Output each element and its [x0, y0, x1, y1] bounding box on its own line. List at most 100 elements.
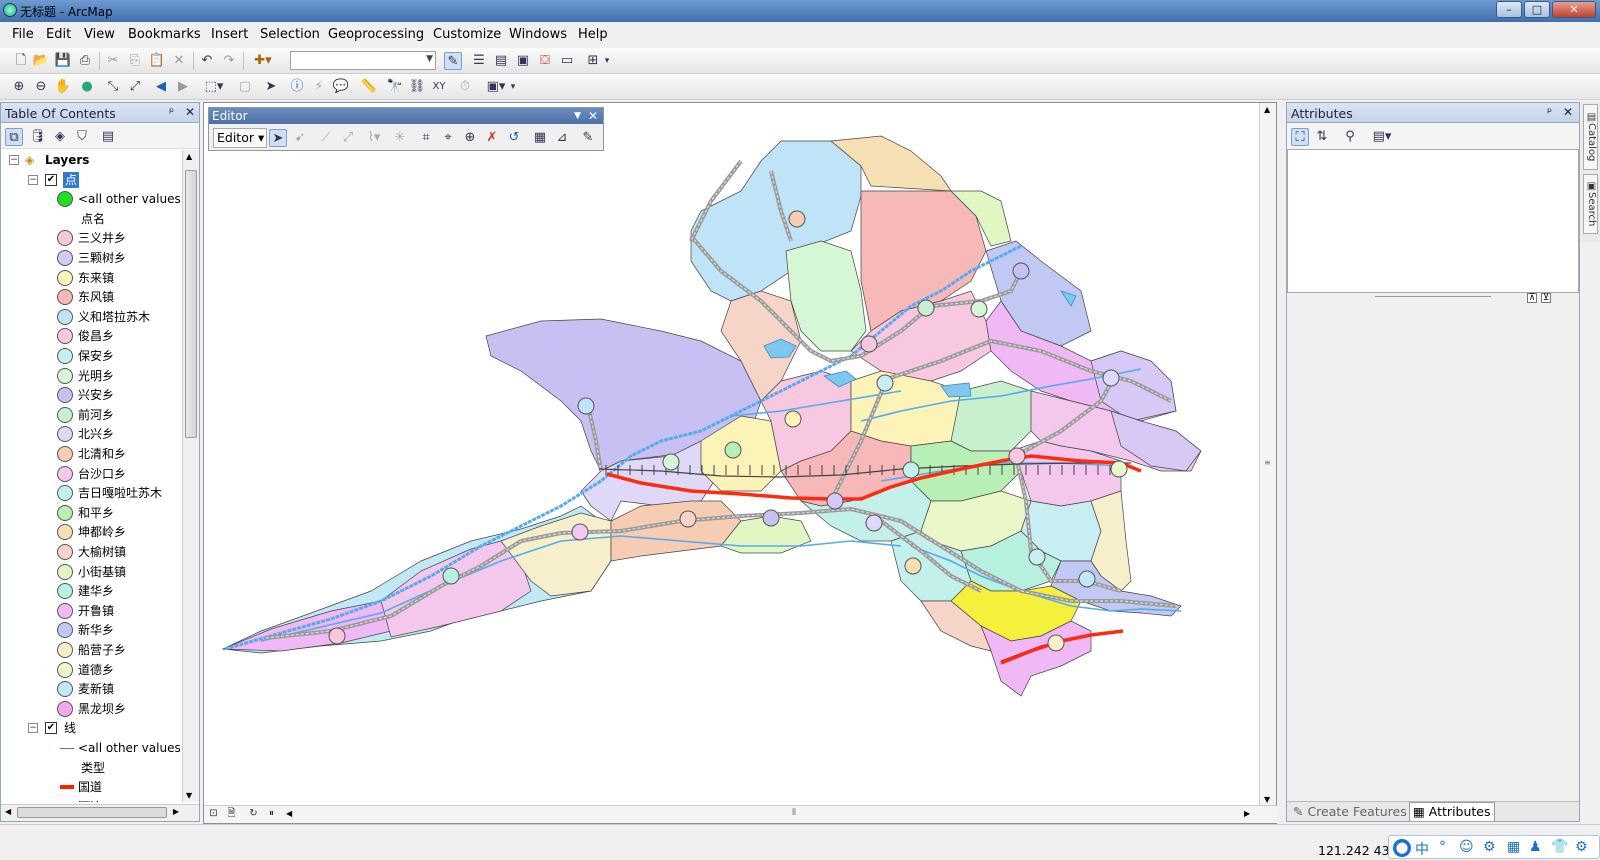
editor-toolbar-icon[interactable]: ✎ — [444, 52, 462, 70]
toolbar-options-icon[interactable]: ▾ — [603, 52, 611, 70]
close-button[interactable]: ✕ — [1552, 1, 1596, 18]
map-scale-combo[interactable]: ▼ — [290, 51, 436, 70]
straight-segment-icon[interactable]: ⟋ — [317, 129, 335, 147]
catalog-dock-tab[interactable]: ▤Catalog — [1583, 104, 1598, 170]
modelbuilder-icon[interactable]: ⊞ — [584, 52, 602, 70]
toc-root-layers[interactable]: − ◈ Layers — [1, 150, 183, 170]
html-popup-icon[interactable]: 💬 — [332, 78, 350, 96]
ime-keyboard-icon[interactable]: ▦ — [1507, 839, 1520, 855]
toc-options-icon[interactable]: ▤ — [99, 128, 117, 146]
list-by-drawing-order-icon[interactable]: ⧉ — [5, 128, 23, 146]
cut-icon[interactable]: ✂ — [104, 52, 122, 70]
toc-vertical-scrollbar[interactable]: ▲ ▼ — [182, 150, 199, 802]
toc-scroll-thumb[interactable] — [185, 170, 197, 438]
toc-hscroll-thumb[interactable] — [17, 807, 167, 818]
measure-icon[interactable]: 📏 — [360, 78, 378, 96]
python-window-icon[interactable]: ▭ — [558, 52, 576, 70]
map-canvas[interactable] — [204, 103, 1260, 806]
map-horizontal-scrollbar[interactable]: ⊡ 🗎 ↻ ⏸ ◀ ⦀ ▶ — [204, 805, 1278, 823]
ime-skin-icon[interactable]: 👕 — [1551, 839, 1568, 855]
edit-vertices-icon[interactable]: ⌗ — [417, 129, 435, 147]
zoom-out-icon[interactable]: ⊖ — [32, 78, 50, 96]
scroll-left-icon[interactable]: ◀ — [5, 807, 11, 816]
layer-visibility-checkbox[interactable]: ✔ — [45, 173, 57, 186]
open-icon[interactable]: 📂 — [32, 52, 50, 70]
close-icon[interactable]: ✕ — [588, 108, 598, 124]
menu-insert[interactable]: Insert — [211, 27, 248, 42]
back-icon[interactable]: ◀ — [152, 78, 170, 96]
pause-drawing-icon[interactable]: ⏸ — [264, 806, 279, 821]
reshape-feature-icon[interactable]: ⌖ — [439, 129, 457, 147]
pin-icon[interactable]: ᵖ — [169, 105, 174, 119]
scroll-right-icon[interactable]: ▶ — [173, 807, 179, 816]
scroll-up-icon[interactable]: ▲ — [186, 152, 192, 161]
menu-customize[interactable]: Customize — [433, 27, 501, 42]
expand-icon[interactable]: ⊼ — [1527, 293, 1537, 303]
menu-help[interactable]: Help — [578, 27, 608, 42]
toolbar-options-icon[interactable]: ▾ — [509, 78, 517, 96]
point-tool-icon[interactable]: ✳ — [391, 129, 409, 147]
attributes-feature-list[interactable] — [1287, 149, 1579, 293]
ime-logo-icon[interactable]: ⬤ — [1393, 839, 1411, 857]
pan-icon[interactable]: ✋ — [54, 78, 72, 96]
select-features-icon[interactable]: ⬚▾ — [200, 78, 228, 96]
scroll-up-icon[interactable]: ▲ — [1264, 105, 1270, 114]
maximize-button[interactable]: □ — [1524, 1, 1550, 18]
scroll-right-icon[interactable]: ▶ — [1244, 809, 1250, 818]
rotate-tool-icon[interactable]: ↺ — [505, 129, 523, 147]
forward-icon[interactable]: ▶ — [174, 78, 192, 96]
edit-annotation-icon[interactable]: ➹ — [291, 129, 309, 147]
zoom-in-icon[interactable]: ⊕ — [10, 78, 28, 96]
trace-tool-icon[interactable]: ⌇▾ — [361, 129, 387, 147]
cut-polygons-icon[interactable]: ⊕ — [461, 129, 479, 147]
arctoolbox-icon[interactable]: ⛋ — [536, 52, 554, 70]
menu-view[interactable]: View — [84, 27, 115, 42]
go-to-xy-icon[interactable]: XY — [430, 78, 448, 96]
ime-chinese-mode[interactable]: 中 — [1415, 839, 1429, 859]
list-by-source-icon[interactable]: 🛢 — [29, 128, 47, 146]
menu-geoprocessing[interactable]: Geoprocessing — [328, 27, 424, 42]
undo-icon[interactable]: ↶ — [198, 52, 216, 70]
catalog-window-icon[interactable]: ▤ — [492, 52, 510, 70]
menu-edit[interactable]: Edit — [46, 27, 71, 42]
list-by-visibility-icon[interactable]: ◈ — [51, 128, 69, 146]
show-selectable-layers-icon[interactable]: ⚲ — [1341, 128, 1359, 146]
tab-create-features[interactable]: ✎ Create Features — [1293, 804, 1407, 819]
refresh-icon[interactable]: ↻ — [246, 806, 261, 821]
collapse-icon[interactable]: − — [28, 174, 38, 185]
ime-settings-icon[interactable]: ⚙ — [1575, 839, 1588, 855]
menu-selection[interactable]: Selection — [260, 27, 320, 42]
redo-icon[interactable]: ↷ — [220, 52, 238, 70]
map-vertical-scrollbar[interactable]: ▲ ≡ ▼ — [1259, 103, 1276, 806]
pin-icon[interactable]: ᵖ — [1547, 105, 1552, 119]
fixed-zoom-out-icon[interactable]: ⤢ — [126, 78, 144, 96]
toc-line-layer[interactable]: − ✔ 线 — [1, 718, 183, 738]
scroll-down-icon[interactable]: ▼ — [186, 791, 192, 800]
split-tool-icon[interactable]: ✗ — [483, 129, 501, 147]
ime-tools-icon[interactable]: ⚙ — [1483, 839, 1496, 855]
data-view-icon[interactable]: ⊡ — [206, 806, 221, 821]
close-icon[interactable]: ✕ — [1563, 105, 1573, 119]
copy-icon[interactable]: ⎘ — [126, 52, 144, 70]
end-point-arc-icon[interactable]: ⤢ — [339, 129, 357, 147]
minimize-button[interactable]: – — [1496, 1, 1522, 18]
menu-file[interactable]: File — [12, 27, 34, 42]
close-icon[interactable]: ✕ — [185, 105, 195, 119]
ime-emoji-icon[interactable]: ☺ — [1459, 839, 1474, 855]
create-features-icon[interactable]: ✎ — [579, 129, 597, 147]
toc-horizontal-scrollbar[interactable]: ◀ ▶ — [1, 804, 199, 821]
editor-menu-dropdown[interactable]: Editor ▾ — [213, 128, 267, 148]
tab-attributes[interactable]: ▦ Attributes — [1409, 802, 1495, 821]
ime-user-icon[interactable]: ♟ — [1529, 839, 1542, 855]
sort-ascending-icon[interactable]: ⇅ — [1313, 128, 1331, 146]
chevron-down-icon[interactable]: ▼ — [574, 108, 581, 124]
scroll-grip-icon[interactable]: ⦀ — [792, 808, 796, 818]
create-viewer-icon[interactable]: ▣▾ — [484, 78, 508, 96]
scroll-down-icon[interactable]: ▼ — [1264, 795, 1270, 804]
list-by-selection-icon[interactable]: ⛉ — [73, 128, 91, 146]
menu-windows[interactable]: Windows — [509, 27, 567, 42]
paste-icon[interactable]: 📋 — [148, 52, 166, 70]
ime-punctuation-icon[interactable]: ° — [1439, 839, 1446, 855]
splitter-grip[interactable] — [1375, 296, 1491, 297]
delete-icon[interactable]: ✕ — [170, 52, 188, 70]
